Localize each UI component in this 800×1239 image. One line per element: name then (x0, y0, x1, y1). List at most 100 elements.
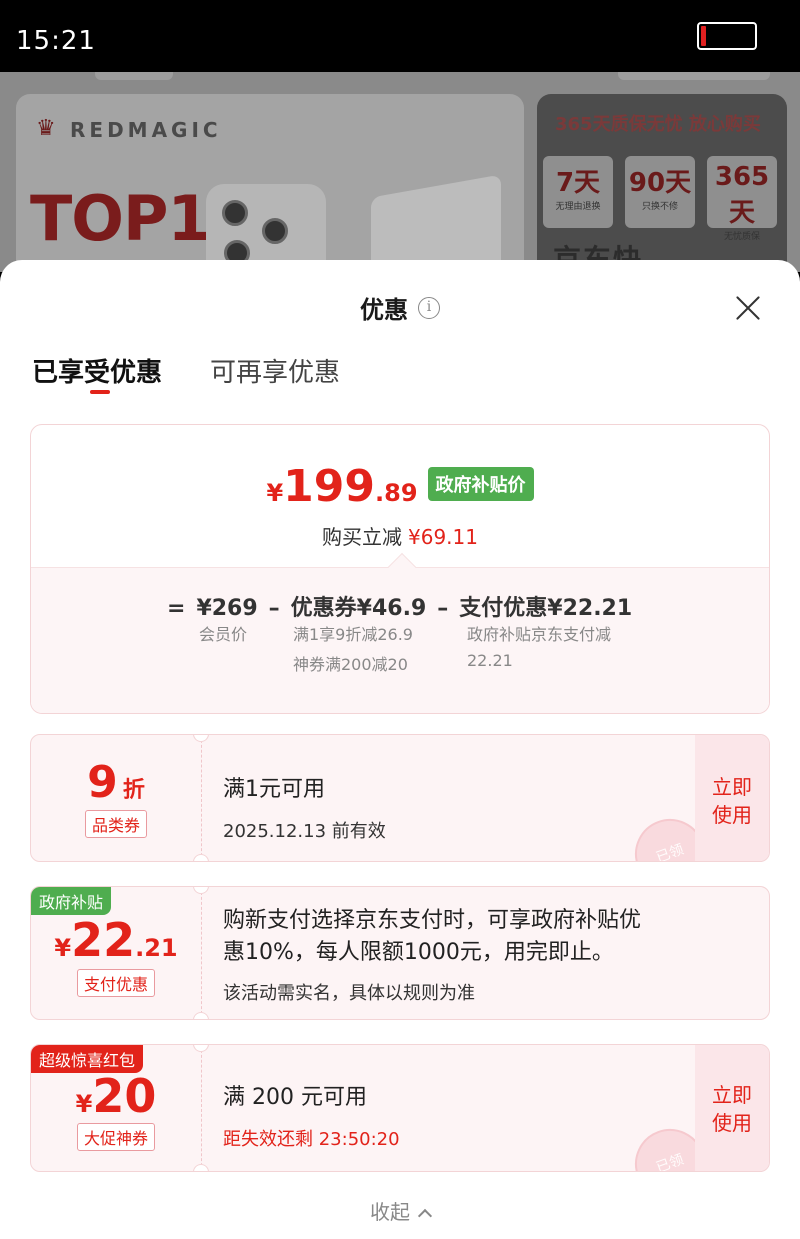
use-now-label: 立即 (712, 1083, 752, 1107)
warranty-label: 无理由退换 (555, 202, 601, 212)
coupon-deduction: 优惠券¥46.9 (290, 596, 427, 621)
coupon-value: 9 折 品类券 (31, 735, 201, 861)
payment-note-1: 政府补贴京东支付减 (467, 625, 612, 644)
status-time: 15:21 (16, 26, 96, 56)
price-currency: ¥ (266, 479, 284, 507)
tab-label: 已享受优惠 (32, 358, 163, 388)
camera-lens-icon (222, 200, 248, 226)
background-page: ♛ REDMAGIC TOP1 365天质保无忧 放心购买 7天 无理由退换 9… (0, 72, 800, 272)
info-icon[interactable]: i (418, 296, 440, 319)
background-warranty-banner: 365天质保无忧 放心购买 7天 无理由退换 90天 只换不修 365天 无忧质… (537, 94, 787, 272)
background-warranty-title: 365天质保无忧 放心购买 (555, 114, 761, 135)
coupon-amount-decimal: .21 (135, 934, 178, 962)
warranty-num: 7天 (555, 168, 601, 198)
coupon-discount-unit: 折 (122, 778, 145, 803)
final-price-section: ¥ 199 .89 政府补贴价 购买立减 ¥69.11 (31, 425, 769, 567)
coupon-value: ¥22.21 支付优惠 (31, 887, 201, 1019)
coupon-card-gov-subsidy: 政府补贴 ¥22.21 支付优惠 购新支付选择京东支付时，可享政府补贴优 惠10… (30, 886, 770, 1020)
tab-enjoyed-discounts[interactable]: 已享受优惠 (32, 352, 162, 398)
gov-subsidy-badge: 政府补贴价 (427, 467, 534, 501)
coupon-condition: 满1元可用 (223, 777, 325, 802)
coupon-description-2: 惠10%，每人限额1000元，用完即止。 (223, 940, 614, 965)
background-search-bar (618, 72, 770, 80)
price-breakdown: = ¥269 – 优惠券¥46.9 – 支付优惠¥22.21 会员价 满1享9折… (31, 567, 769, 713)
warranty-box: 7天 无理由退换 (543, 156, 613, 228)
sheet-header: 优惠 i (0, 260, 800, 340)
coupon-note-2: 神券满200减20 (293, 655, 408, 674)
close-icon[interactable] (733, 293, 763, 323)
sheet-title-row: 优惠 i (0, 290, 800, 325)
status-bar: 15:21 (0, 0, 800, 72)
warranty-box: 365天 无忧质保 (707, 156, 777, 242)
use-now-label: 立即 (712, 775, 752, 799)
warranty-box: 90天 只换不修 (625, 156, 695, 228)
warranty-num: 365天 (714, 162, 770, 228)
coupon-currency: ¥ (54, 934, 72, 962)
use-now-label: 使用 (712, 803, 752, 827)
chevron-up-icon (417, 1208, 433, 1224)
price-integer: 199 (283, 461, 376, 512)
coupon-description-1: 购新支付选择京东支付时，可享政府补贴优 (223, 908, 642, 933)
coupon-card-red-packet: 超级惊喜红包 ¥20 大促神券 满 200 元可用 距失效还剩 23:50:20… (30, 1044, 770, 1172)
sheet-title: 优惠 (360, 296, 408, 324)
coupon-type-tag: 大促神券 (76, 1123, 155, 1151)
minus-sign: – (437, 596, 449, 621)
reduce-amount: ¥69.11 (408, 525, 478, 549)
coupon-countdown: 距失效还剩 23:50:20 (223, 1129, 400, 1150)
background-headline: TOP1 (30, 182, 211, 255)
use-now-button[interactable]: 立即 使用 (695, 1045, 769, 1171)
coupon-divider (201, 887, 202, 1019)
powerbank-image (371, 174, 501, 272)
coupon-details: 满 200 元可用 距失效还剩 23:50:20 (223, 1079, 400, 1151)
background-product-banner: ♛ REDMAGIC TOP1 (16, 94, 524, 272)
coupon-amount: 22 (71, 913, 136, 967)
coupon-amount: 20 (92, 1069, 157, 1123)
warranty-num: 90天 (628, 168, 692, 198)
coupon-type-tag: 品类券 (84, 810, 147, 838)
redmagic-logo-icon: ♛ (36, 116, 56, 141)
coupon-discount: 9 (87, 757, 118, 808)
coupon-currency: ¥ (75, 1090, 93, 1118)
tab-bar: 已享受优惠 可再享优惠 (32, 352, 340, 402)
coupon-note-1: 满1享9折减26.9 (293, 625, 413, 644)
tab-more-discounts[interactable]: 可再享优惠 (210, 352, 340, 398)
coupon-notch (193, 1164, 209, 1171)
reduce-line: 购买立减 ¥69.11 (31, 521, 769, 550)
coupon-value: ¥20 大促神券 (31, 1045, 201, 1171)
collapse-label: 收起 (370, 1200, 410, 1224)
coupon-type-tag: 支付优惠 (76, 969, 155, 997)
member-price: ¥269 (196, 596, 258, 621)
coupon-card-category: 9 折 品类券 满1元可用 2025.12.13 前有效 已领 立即 使用 (30, 734, 770, 862)
coupon-condition: 满 200 元可用 (223, 1085, 367, 1110)
member-price-note: 会员价 (199, 625, 248, 644)
camera-lens-icon (262, 218, 288, 244)
price-formula: = ¥269 – 优惠券¥46.9 – 支付优惠¥22.21 (163, 590, 632, 622)
payment-deduction: 支付优惠¥22.21 (459, 596, 633, 621)
use-now-label: 使用 (712, 1111, 752, 1135)
warranty-label: 只换不修 (641, 202, 678, 212)
price-decimal: .89 (375, 479, 418, 507)
coupon-notch (193, 854, 209, 861)
background-tab-indicator (95, 72, 173, 80)
collapse-button[interactable]: 收起 (0, 1196, 800, 1225)
final-price: ¥ 199 .89 政府补贴价 (31, 461, 769, 512)
coupon-divider (201, 735, 202, 861)
warranty-label: 无忧质保 (723, 232, 760, 242)
tab-label: 可再享优惠 (210, 358, 341, 388)
payment-note-2: 22.21 (467, 651, 513, 670)
coupon-notch (193, 1012, 209, 1019)
active-tab-indicator (90, 390, 110, 394)
use-now-button[interactable]: 立即 使用 (695, 735, 769, 861)
coupon-details: 满1元可用 2025.12.13 前有效 (223, 771, 386, 843)
coupon-details: 购新支付选择京东支付时，可享政府补贴优 惠10%，每人限额1000元，用完即止。… (223, 905, 753, 1005)
background-brand: REDMAGIC (70, 118, 222, 142)
minus-sign: – (268, 596, 280, 621)
coupon-expiry: 2025.12.13 前有效 (223, 821, 386, 842)
coupon-rule-note: 该活动需实名，具体以规则为准 (223, 983, 475, 1004)
coupon-divider (201, 1045, 202, 1171)
reduce-label: 购买立减 (322, 525, 402, 549)
battery-level (701, 26, 706, 46)
battery-icon (697, 22, 757, 50)
price-summary-card: ¥ 199 .89 政府补贴价 购买立减 ¥69.11 = ¥269 – 优惠券¥… (30, 424, 770, 714)
discount-sheet: 优惠 i 已享受优惠 可再享优惠 ¥ 199 .89 政府补贴价 购买立减 ¥69… (0, 260, 800, 1239)
